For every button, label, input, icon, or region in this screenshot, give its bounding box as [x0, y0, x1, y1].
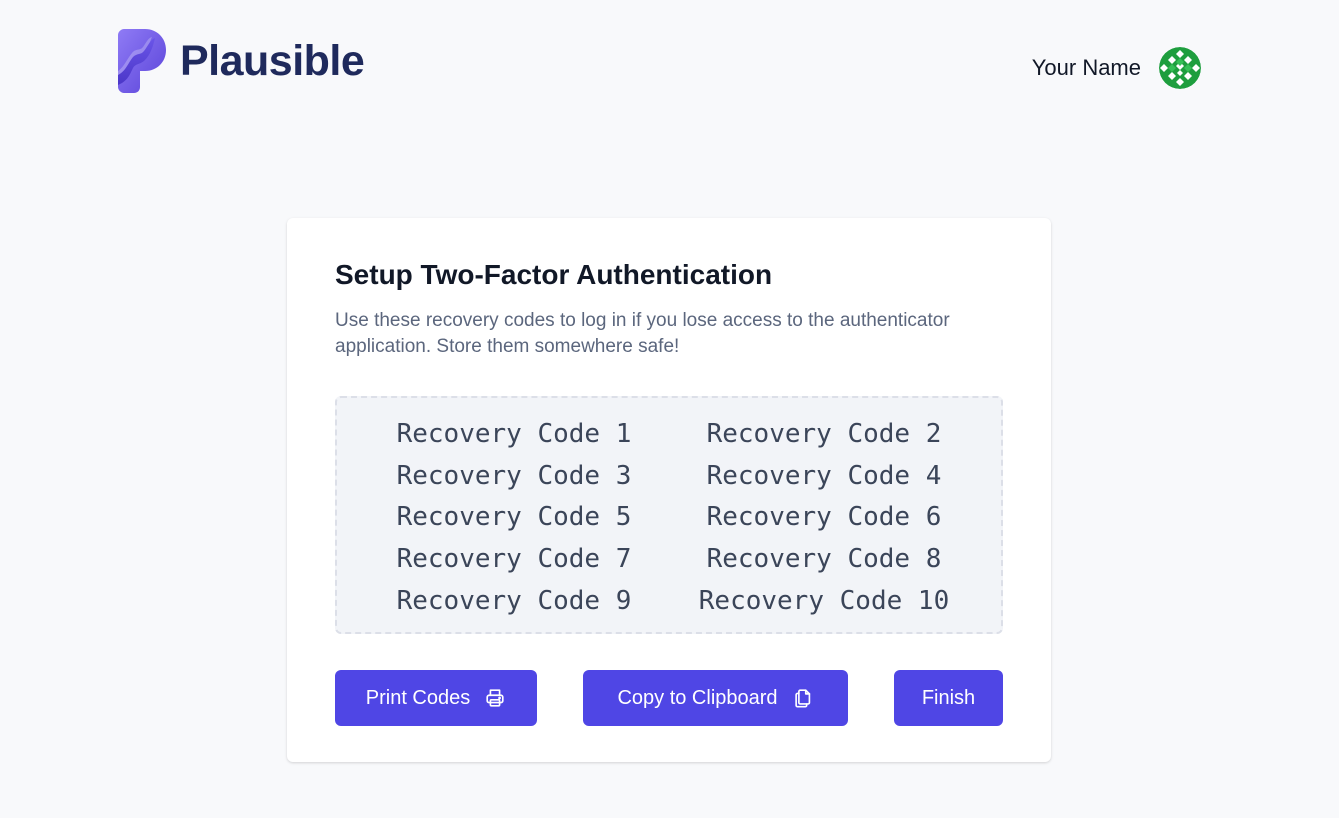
top-header: Plausible Your Name [0, 0, 1339, 140]
recovery-code: Recovery Code 2 [706, 419, 942, 449]
brand-name: Plausible [180, 36, 365, 85]
card-title: Setup Two-Factor Authentication [335, 259, 773, 290]
brand-link[interactable]: Plausible [118, 28, 365, 94]
card-actions: Print Codes Copy to Clipboard Finish [335, 670, 1003, 726]
recovery-codes-grid: Recovery Code 1 Recovery Code 2 Recovery… [337, 414, 1001, 623]
recovery-code: Recovery Code 3 [396, 460, 632, 491]
recovery-code: Recovery Code 6 [706, 502, 942, 533]
recovery-codes-box: Recovery Code 1 Recovery Code 2 Recovery… [335, 396, 1003, 634]
avatar [1159, 47, 1201, 89]
clipboard-copy-icon [794, 689, 810, 708]
print-codes-label: Print Codes [365, 686, 471, 709]
plausible-logo-icon [118, 29, 166, 93]
recovery-code: Recovery Code 8 [706, 544, 942, 575]
recovery-code: Recovery Code 1 [396, 419, 632, 449]
recovery-code: Recovery Code 7 [396, 544, 632, 575]
recovery-code: Recovery Code 4 [706, 460, 942, 491]
user-name: Your Name [1031, 55, 1141, 80]
recovery-code: Recovery Code 9 [396, 585, 632, 616]
copy-to-clipboard-button[interactable]: Copy to Clipboard [583, 670, 848, 726]
recovery-code: Recovery Code 10 [698, 585, 950, 616]
finish-label: Finish [921, 686, 976, 709]
printer-icon [486, 689, 504, 707]
copy-to-clipboard-label: Copy to Clipboard [617, 686, 778, 709]
finish-button[interactable]: Finish [894, 670, 1003, 726]
recovery-code: Recovery Code 5 [396, 502, 632, 533]
two-factor-setup-card: Setup Two-Factor Authentication Use thes… [287, 218, 1051, 762]
print-codes-button[interactable]: Print Codes [335, 670, 537, 726]
card-description: Use these recovery codes to log in if yo… [335, 310, 950, 357]
user-menu[interactable]: Your Name [1032, 46, 1201, 90]
